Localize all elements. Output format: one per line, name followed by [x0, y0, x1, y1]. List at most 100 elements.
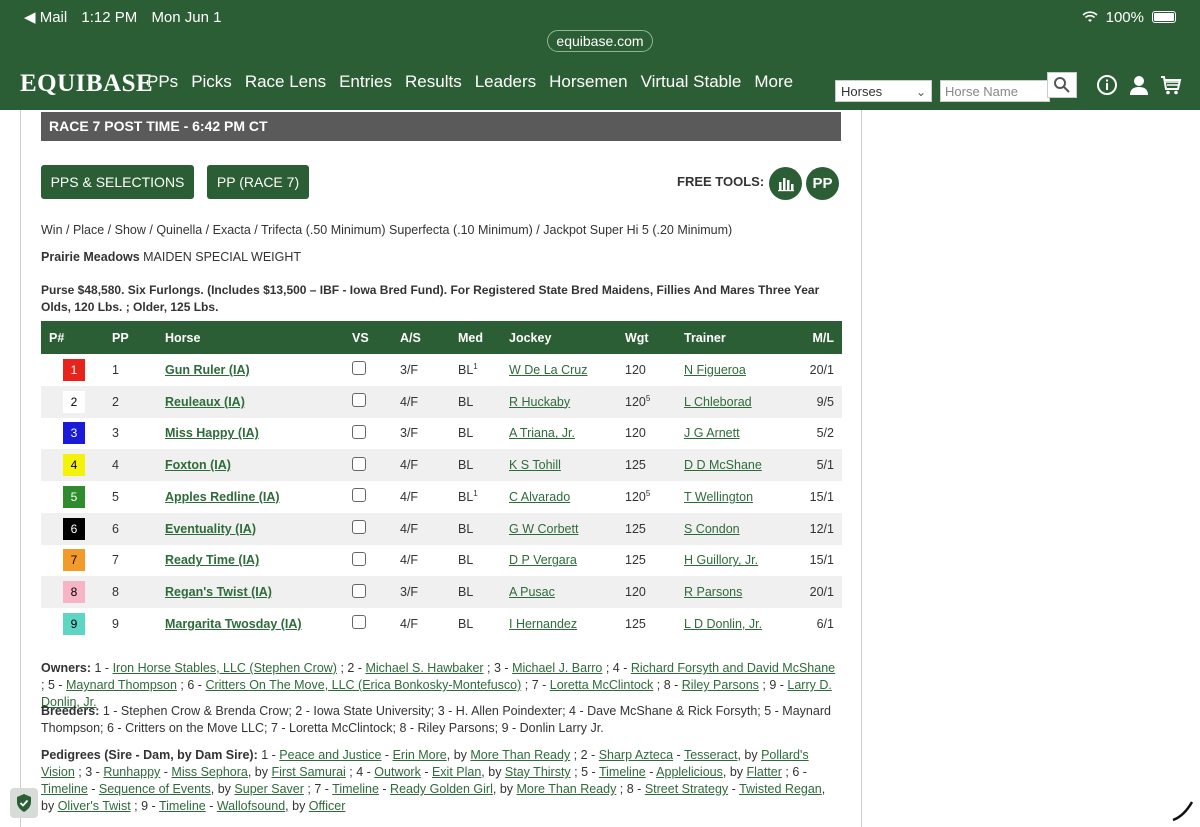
owner-link[interactable]: Maynard Thompson [66, 678, 177, 692]
dam-link[interactable]: Sequence of Events [99, 782, 211, 796]
jockey-link[interactable]: C Alvarado [509, 490, 570, 504]
pps-selections-button[interactable]: PPS & SELECTIONS [41, 165, 194, 199]
trainer-link[interactable]: T Wellington [684, 490, 753, 504]
horse-link[interactable]: Ready Time (IA) [165, 553, 259, 567]
trainer-link[interactable]: L Chleborad [684, 395, 752, 409]
medication-code: BL [458, 394, 474, 409]
horse-link[interactable]: Margarita Twosday (IA) [165, 617, 302, 631]
race-lens-tool-button[interactable] [769, 167, 802, 200]
horse-link[interactable]: Reuleaux (IA) [165, 395, 245, 409]
horse-link[interactable]: Miss Happy (IA) [165, 426, 259, 440]
trainer-link[interactable]: J G Arnett [684, 426, 740, 440]
vs-checkbox[interactable] [352, 488, 366, 503]
dam-link[interactable]: Exit Plan [432, 765, 481, 779]
owner-link[interactable]: Iron Horse Stables, LLC (Stephen Crow) [113, 661, 337, 675]
back-to-mail[interactable]: ◀ Mail [24, 9, 67, 26]
pp-race-button[interactable]: PP (RACE 7) [207, 165, 309, 199]
vs-checkbox[interactable] [352, 361, 366, 376]
morning-line: 15/1 [809, 489, 834, 504]
dam-sire-link[interactable]: First Samurai [271, 765, 345, 779]
url-bar[interactable]: equibase.com [547, 30, 653, 52]
nav-horsemen[interactable]: Horsemen [549, 72, 627, 92]
trainer-link[interactable]: D D McShane [684, 458, 762, 472]
trainer-link[interactable]: S Condon [684, 522, 740, 536]
sire-link[interactable]: Timeline [41, 782, 88, 796]
vs-checkbox[interactable] [352, 615, 366, 630]
vs-checkbox[interactable] [352, 424, 366, 439]
jockey-link[interactable]: G W Corbett [509, 522, 578, 536]
dam-sire-link[interactable]: Flatter [747, 765, 782, 779]
cart-icon[interactable] [1160, 74, 1182, 96]
sire-link[interactable]: Peace and Justice [279, 748, 381, 762]
trainer-link[interactable]: H Guillory, Jr. [684, 553, 758, 567]
nav-picks[interactable]: Picks [191, 72, 232, 92]
track-race-type: Prairie Meadows MAIDEN SPECIAL WEIGHT [41, 250, 301, 264]
user-icon[interactable] [1128, 74, 1150, 96]
dam-link[interactable]: Erin More [393, 748, 447, 762]
dam-link[interactable]: Ready Golden Girl [390, 782, 493, 796]
dam-sire-link[interactable]: Stay Thirsty [505, 765, 571, 779]
owner-link[interactable]: Michael J. Barro [512, 661, 602, 675]
sire-link[interactable]: Street Strategy [645, 782, 728, 796]
vs-checkbox[interactable] [352, 551, 366, 566]
jockey-link[interactable]: D P Vergara [509, 553, 577, 567]
nav-race-lens[interactable]: Race Lens [245, 72, 326, 92]
nav-more[interactable]: More [754, 72, 793, 92]
nav-results[interactable]: Results [405, 72, 462, 92]
trainer-link[interactable]: L D Donlin, Jr. [684, 617, 762, 631]
nav-pps[interactable]: PPs [147, 72, 178, 92]
dam-link[interactable]: Twisted Regan [739, 782, 822, 796]
nav-virtual-stable[interactable]: Virtual Stable [641, 72, 742, 92]
col-header-ml: M/L [800, 321, 842, 354]
owner-number: 2 [347, 661, 355, 675]
owner-link[interactable]: Critters On The Move, LLC (Erica Bonkosk… [205, 678, 521, 692]
search-type-select[interactable]: Horses ⌄ [835, 80, 932, 102]
dam-link[interactable]: Wallofsound [217, 799, 285, 813]
horse-link[interactable]: Regan's Twist (IA) [165, 585, 272, 599]
owner-link[interactable]: Richard Forsyth and David McShane [631, 661, 835, 675]
horse-link[interactable]: Foxton (IA) [165, 458, 231, 472]
horse-link[interactable]: Eventuality (IA) [165, 522, 256, 536]
sire-link[interactable]: Runhappy [103, 765, 160, 779]
dam-sire-link[interactable]: Super Saver [234, 782, 303, 796]
search-button[interactable] [1047, 72, 1077, 98]
sire-link[interactable]: Sharp Azteca [599, 748, 673, 762]
trainer-link[interactable]: N Figueroa [684, 363, 746, 377]
jockey-link[interactable]: K S Tohill [509, 458, 561, 472]
jockey-link[interactable]: W De La Cruz [509, 363, 588, 377]
jockey-link[interactable]: A Pusac [509, 585, 555, 599]
sire-link[interactable]: Timeline [159, 799, 206, 813]
sire-link[interactable]: Timeline [599, 765, 646, 779]
track-name: Prairie Meadows [41, 250, 140, 264]
security-shield-button[interactable] [10, 788, 38, 818]
pp-tool-button[interactable]: PP [806, 167, 839, 200]
vs-checkbox[interactable] [352, 520, 366, 535]
owner-link[interactable]: Riley Parsons [682, 678, 759, 692]
vs-checkbox[interactable] [352, 393, 366, 408]
dam-link[interactable]: Tesseract [684, 748, 738, 762]
horse-name-input[interactable] [940, 80, 1050, 102]
dam-sire-link[interactable]: More Than Ready [517, 782, 617, 796]
dam-link[interactable]: Applelicious [656, 765, 723, 779]
owner-link[interactable]: Loretta McClintock [550, 678, 654, 692]
jockey-link[interactable]: I Hernandez [509, 617, 577, 631]
owner-link[interactable]: Michael S. Hawbaker [365, 661, 483, 675]
nav-leaders[interactable]: Leaders [475, 72, 536, 92]
sire-link[interactable]: Outwork [374, 765, 421, 779]
jockey-link[interactable]: R Huckaby [509, 395, 570, 409]
vs-checkbox[interactable] [352, 456, 366, 471]
dam-sire-link[interactable]: More Than Ready [470, 748, 570, 762]
horse-cell: Eventuality (IA) [165, 512, 352, 545]
sire-link[interactable]: Timeline [332, 782, 379, 796]
horse-link[interactable]: Gun Ruler (IA) [165, 363, 250, 377]
dam-link[interactable]: Miss Sephora [171, 765, 247, 779]
horse-link[interactable]: Apples Redline (IA) [165, 490, 280, 504]
vs-checkbox[interactable] [352, 583, 366, 598]
dam-sire-link[interactable]: Oliver's Twist [58, 799, 131, 813]
info-icon[interactable] [1096, 74, 1118, 96]
equibase-logo[interactable]: EQUIBASE [20, 70, 153, 98]
dam-sire-link[interactable]: Officer [309, 799, 346, 813]
trainer-link[interactable]: R Parsons [684, 585, 742, 599]
jockey-link[interactable]: A Triana, Jr. [509, 426, 575, 440]
nav-entries[interactable]: Entries [339, 72, 392, 92]
